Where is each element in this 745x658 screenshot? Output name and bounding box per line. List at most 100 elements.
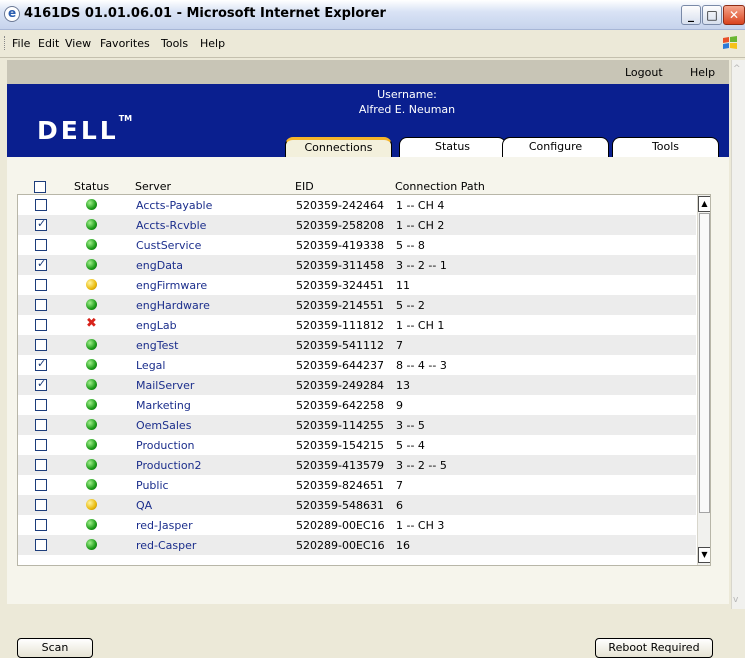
connections-panel: Status Server EID Connection Path red-Ca…	[7, 157, 729, 658]
scroll-down-button[interactable]: ▼	[698, 547, 710, 563]
row-checkbox[interactable]	[35, 339, 47, 351]
header-status: Status	[74, 180, 110, 193]
header-server[interactable]: Server	[135, 180, 171, 193]
menu-view[interactable]: View	[65, 37, 91, 50]
table-row[interactable]: Accts-Rcvble 520359-258208 1 -- CH 2	[18, 215, 696, 235]
header-eid[interactable]: EID	[295, 180, 314, 193]
server-name-link[interactable]: engLab	[136, 319, 177, 332]
row-checkbox[interactable]	[35, 519, 47, 531]
server-name-link[interactable]: MailServer	[136, 379, 194, 392]
tab-connections[interactable]: Connections	[285, 137, 392, 157]
connection-path-cell: 13	[396, 379, 410, 392]
server-name-link[interactable]: Accts-Payable	[136, 199, 212, 212]
row-checkbox[interactable]	[35, 419, 47, 431]
row-checkbox[interactable]	[35, 239, 47, 251]
server-name-link[interactable]: Public	[136, 479, 169, 492]
toolbar-grip[interactable]	[4, 36, 7, 50]
table-row[interactable]: Marketing 520359-642258 9	[18, 395, 696, 415]
close-button[interactable]: ✕	[723, 5, 745, 25]
menu-edit[interactable]: Edit	[38, 37, 59, 50]
row-checkbox[interactable]	[35, 399, 47, 411]
row-checkbox[interactable]	[35, 257, 47, 271]
server-name-link[interactable]: Marketing	[136, 399, 191, 412]
page-frame: Logout Help DELLTM Username: Alfred E. N…	[7, 60, 729, 658]
server-name-link[interactable]: engData	[136, 259, 183, 272]
row-checkbox[interactable]	[35, 299, 47, 311]
minimize-button[interactable]: _	[681, 5, 701, 25]
menu-file[interactable]: File	[12, 37, 30, 50]
table-row[interactable]: red-Jasper 520289-00EC16 1 -- CH 3	[18, 515, 696, 535]
server-name-link[interactable]: engHardware	[136, 299, 210, 312]
row-checkbox[interactable]	[35, 357, 47, 371]
table-row[interactable]: engHardware 520359-214551 5 -- 2	[18, 295, 696, 315]
eid-cell: 520359-541112	[296, 339, 384, 352]
eid-cell: 520359-249284	[296, 379, 384, 392]
server-name-link[interactable]: engTest	[136, 339, 178, 352]
row-checkbox[interactable]	[35, 199, 47, 211]
header-connection-path[interactable]: Connection Path	[395, 180, 485, 193]
row-checkbox[interactable]	[35, 459, 47, 471]
table-row[interactable]: Accts-Payable 520359-242464 1 -- CH 4	[18, 195, 696, 215]
eid-cell: 520289-00EC16	[296, 539, 385, 552]
server-name-link[interactable]: Production	[136, 439, 195, 452]
table-row[interactable]: Production2 520359-413579 3 -- 2 -- 5	[18, 455, 696, 475]
server-name-link[interactable]: Accts-Rcvble	[136, 219, 206, 232]
table-row[interactable]: engFirmware 520359-324451 11	[18, 275, 696, 295]
top-nav: Logout Help	[7, 60, 729, 84]
row-checkbox[interactable]	[35, 319, 47, 331]
logout-link[interactable]: Logout	[625, 66, 663, 79]
menu-help[interactable]: Help	[200, 37, 225, 50]
menu-favorites[interactable]: Favorites	[100, 37, 150, 50]
row-checkbox[interactable]	[35, 279, 47, 291]
eid-cell: 520359-214551	[296, 299, 384, 312]
server-name-link[interactable]: engFirmware	[136, 279, 207, 292]
table-row[interactable]: Production 520359-154215 5 -- 4	[18, 435, 696, 455]
eid-cell: 520359-154215	[296, 439, 384, 452]
username-label: Username:	[377, 88, 437, 101]
page-scrollbar[interactable]: ^ v	[731, 60, 745, 609]
table-row[interactable]: Legal 520359-644237 8 -- 4 -- 3	[18, 355, 696, 375]
server-name-link[interactable]: Production2	[136, 459, 202, 472]
eid-cell: 520359-114255	[296, 419, 384, 432]
table-row[interactable]: engData 520359-311458 3 -- 2 -- 1	[18, 255, 696, 275]
server-name-link[interactable]: red-Jasper	[136, 519, 193, 532]
select-all-checkbox[interactable]	[34, 181, 46, 193]
scan-button[interactable]: Scan	[17, 638, 93, 658]
status-green-icon	[86, 299, 97, 310]
eid-cell: 520359-644237	[296, 359, 384, 372]
server-name-link[interactable]: CustService	[136, 239, 201, 252]
tab-status[interactable]: Status	[399, 137, 506, 157]
connection-path-cell: 6	[396, 499, 403, 512]
tab-configure[interactable]: Configure	[502, 137, 609, 157]
server-name-link[interactable]: Legal	[136, 359, 165, 372]
row-checkbox[interactable]	[35, 539, 47, 551]
connection-path-cell: 1 -- CH 2	[396, 219, 445, 232]
page-scroll-down-icon[interactable]: v	[733, 595, 738, 605]
table-row[interactable]: OemSales 520359-114255 3 -- 5	[18, 415, 696, 435]
table-row[interactable]: ✖ engLab 520359-111812 1 -- CH 1	[18, 315, 696, 335]
row-checkbox[interactable]	[35, 499, 47, 511]
row-checkbox[interactable]	[35, 377, 47, 391]
help-link[interactable]: Help	[690, 66, 715, 79]
server-name-link[interactable]: red-Casper	[136, 539, 196, 552]
table-row[interactable]: QA 520359-548631 6	[18, 495, 696, 515]
table-row[interactable]: CustService 520359-419338 5 -- 8	[18, 235, 696, 255]
table-row[interactable]: engTest 520359-541112 7	[18, 335, 696, 355]
reboot-required-button[interactable]: Reboot Required	[595, 638, 713, 658]
tab-tools[interactable]: Tools	[612, 137, 719, 157]
page-scroll-up-icon[interactable]: ^	[733, 64, 741, 74]
table-row[interactable]: MailServer 520359-249284 13	[18, 375, 696, 395]
scroll-up-button[interactable]: ▲	[698, 196, 710, 212]
server-name-link[interactable]: QA	[136, 499, 152, 512]
maximize-button[interactable]: □	[702, 5, 722, 25]
row-checkbox[interactable]	[35, 217, 47, 231]
row-checkbox[interactable]	[35, 479, 47, 491]
server-name-link[interactable]: OemSales	[136, 419, 191, 432]
row-checkbox[interactable]	[35, 439, 47, 451]
table-row[interactable]: red-Casper 520289-00EC16 16	[18, 535, 696, 555]
menu-tools[interactable]: Tools	[161, 37, 188, 50]
list-scrollbar[interactable]: ▲ ▼	[697, 195, 710, 565]
scroll-thumb[interactable]	[699, 213, 710, 513]
table-row[interactable]: Public 520359-824651 7	[18, 475, 696, 495]
connection-path-cell: 1 -- CH 3	[396, 519, 445, 532]
